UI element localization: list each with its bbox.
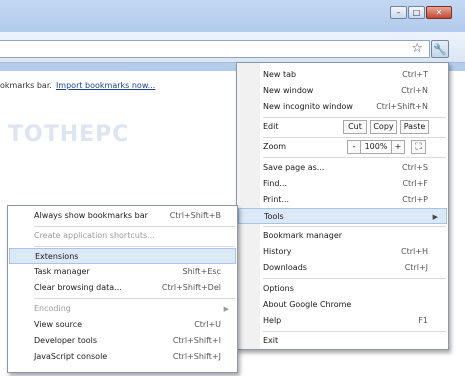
cut-button[interactable]: Cut — [343, 120, 367, 134]
menu-label: Save page as... — [263, 163, 325, 172]
menu-item-options[interactable]: Options — [237, 281, 448, 297]
menu-item-downloads[interactable]: Downloads Ctrl+J — [237, 260, 448, 276]
menu-separator — [34, 246, 235, 247]
menu-separator — [34, 298, 235, 299]
menu-label: Task manager — [34, 267, 90, 276]
wrench-icon[interactable]: 🔧 — [431, 40, 449, 58]
zoom-in-button[interactable]: + — [391, 140, 405, 154]
menu-item-clear-browsing[interactable]: Clear browsing data... Ctrl+Shift+Del — [8, 280, 237, 296]
menu-item-exit[interactable]: Exit — [237, 333, 448, 349]
submenu-arrow-icon: ▶ — [432, 213, 438, 221]
menu-label: Developer tools — [34, 336, 98, 345]
menu-item-js-console[interactable]: JavaScript console Ctrl+Shift+J — [8, 349, 237, 365]
menu-label: Bookmark manager — [263, 231, 343, 240]
menu-item-new-tab[interactable]: New tab Ctrl+T — [237, 67, 448, 83]
window-controls: – □ ✕ — [390, 6, 452, 19]
menu-item-bookmark-manager[interactable]: Bookmark manager — [237, 228, 448, 244]
fullscreen-icon[interactable]: ⛶ — [411, 140, 426, 154]
menu-label: Edit — [263, 122, 279, 131]
submenu-arrow-icon: ▶ — [223, 305, 229, 313]
menu-label: New tab — [263, 70, 297, 79]
menu-item-edit: Edit Cut Copy Paste — [237, 119, 448, 135]
menu-shortcut: F1 — [418, 316, 428, 325]
import-bookmarks-link[interactable]: Import bookmarks now... — [56, 81, 155, 90]
zoom-level: 100% — [361, 140, 391, 154]
address-bar[interactable]: ☆ — [0, 40, 430, 58]
menu-label: Encoding — [34, 304, 71, 313]
menu-label: Options — [263, 284, 294, 293]
minimize-button[interactable]: – — [390, 6, 407, 19]
menu-label: Zoom — [263, 142, 287, 151]
menu-item-app-shortcuts: Create application shortcuts... — [8, 228, 237, 244]
menu-label: Extensions — [35, 252, 79, 261]
menu-shortcut: Ctrl+Shift+Del — [161, 283, 221, 292]
menu-separator — [263, 137, 446, 138]
menu-separator — [263, 331, 446, 332]
menu-label: Tools — [264, 212, 284, 221]
menu-separator — [263, 117, 446, 118]
menu-separator — [263, 157, 446, 158]
menu-label: View source — [34, 320, 83, 329]
menu-item-about[interactable]: About Google Chrome — [237, 297, 448, 313]
site-logo: TOTHEPC — [8, 122, 130, 147]
menu-shortcut: Ctrl+S — [401, 163, 428, 172]
bookmarks-bar-text: okmarks bar. — [0, 81, 52, 90]
menu-item-tools[interactable]: Tools ▶ — [238, 208, 447, 224]
menu-item-history[interactable]: History Ctrl+H — [237, 244, 448, 260]
menu-separator — [263, 278, 446, 279]
menu-item-help[interactable]: Help F1 — [237, 313, 448, 329]
close-button[interactable]: ✕ — [426, 6, 452, 19]
menu-item-new-window[interactable]: New window Ctrl+N — [237, 83, 448, 99]
menu-label: About Google Chrome — [263, 300, 352, 309]
menu-shortcut: Ctrl+U — [194, 320, 221, 329]
copy-button[interactable]: Copy — [370, 120, 397, 134]
menu-shortcut: Ctrl+N — [401, 86, 428, 95]
tools-submenu: Always show bookmarks bar Ctrl+Shift+B Cr… — [7, 205, 238, 373]
menu-item-new-incognito[interactable]: New incognito window Ctrl+Shift+N — [237, 99, 448, 115]
menu-item-extensions[interactable]: Extensions — [9, 248, 236, 264]
menu-label: Exit — [263, 336, 279, 345]
menu-item-view-source[interactable]: View source Ctrl+U — [8, 317, 237, 333]
menu-label: Always show bookmarks bar — [34, 211, 148, 220]
menu-item-developer-tools[interactable]: Developer tools Ctrl+Shift+I — [8, 333, 237, 349]
menu-item-encoding: Encoding ▶ — [8, 301, 237, 317]
menu-item-find[interactable]: Find... Ctrl+F — [237, 176, 448, 192]
menu-separator — [263, 226, 446, 227]
menu-label: Downloads — [263, 263, 307, 272]
menu-label: History — [263, 247, 292, 256]
maximize-button[interactable]: □ — [408, 6, 425, 19]
menu-shortcut: Ctrl+Shift+J — [172, 352, 221, 361]
menu-label: Print... — [263, 195, 290, 204]
menu-label: Clear browsing data... — [34, 283, 122, 292]
star-icon[interactable]: ☆ — [411, 41, 423, 57]
menu-shortcut: Ctrl+Shift+B — [169, 211, 221, 220]
menu-item-zoom: Zoom - 100% + ⛶ — [237, 139, 448, 155]
menu-shortcut: Ctrl+Shift+N — [376, 102, 428, 111]
menu-label: Help — [263, 316, 282, 325]
menu-label: JavaScript console — [34, 352, 108, 361]
menu-label: New window — [263, 86, 314, 95]
menu-shortcut: Shift+Esc — [182, 267, 221, 276]
menu-shortcut: Ctrl+P — [402, 195, 428, 204]
menu-shortcut: Ctrl+T — [402, 70, 428, 79]
menu-item-save-page[interactable]: Save page as... Ctrl+S — [237, 160, 448, 176]
menu-item-print[interactable]: Print... Ctrl+P — [237, 192, 448, 208]
wrench-menu: New tab Ctrl+T New window Ctrl+N New incog… — [236, 62, 449, 350]
menu-label: Create application shortcuts... — [34, 231, 155, 240]
menu-item-always-show-bookmarks[interactable]: Always show bookmarks bar Ctrl+Shift+B — [8, 208, 237, 224]
paste-button[interactable]: Paste — [400, 120, 429, 134]
menu-separator — [34, 226, 235, 227]
menu-label: Find... — [263, 179, 288, 188]
zoom-out-button[interactable]: - — [347, 140, 361, 154]
menu-shortcut: Ctrl+H — [401, 247, 428, 256]
menu-shortcut: Ctrl+F — [402, 179, 428, 188]
menu-label: New incognito window — [263, 102, 353, 111]
menu-shortcut: Ctrl+J — [404, 263, 428, 272]
menu-item-task-manager[interactable]: Task manager Shift+Esc — [8, 264, 237, 280]
menu-shortcut: Ctrl+Shift+I — [172, 336, 221, 345]
